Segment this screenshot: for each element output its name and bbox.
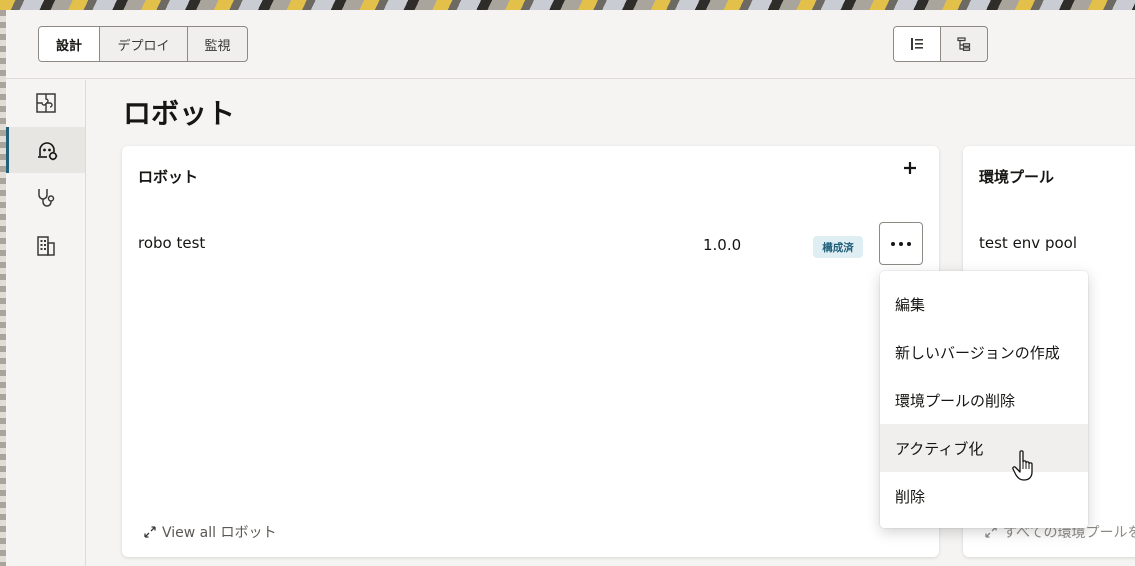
status-badge: 構成済 — [813, 236, 863, 258]
menu-item-activate[interactable]: アクティブ化 — [880, 424, 1088, 472]
side-navigation — [6, 80, 86, 566]
page-title: ロボット — [123, 97, 236, 130]
expand-icon — [144, 526, 156, 538]
sidebar-item-components[interactable] — [6, 80, 85, 126]
robot-card: ロボット robo test 1.0.0 構成済 View all ロボット — [122, 146, 939, 557]
env-card-title: 環境プール — [979, 168, 1055, 186]
tree-view-button[interactable] — [941, 27, 988, 61]
add-robot-button[interactable] — [900, 158, 920, 178]
ellipsis-dot — [899, 241, 903, 246]
view-all-label: View all ロボット — [162, 525, 277, 541]
sidebar-item-health[interactable] — [6, 175, 85, 221]
menu-item-edit[interactable]: 編集 — [880, 280, 1088, 328]
top-toolbar: 設計 デプロイ 監視 — [6, 10, 1135, 79]
building-icon — [36, 236, 55, 256]
plus-icon — [904, 162, 916, 174]
puzzle-icon — [35, 93, 56, 113]
robot-icon — [38, 142, 58, 161]
menu-item-delete[interactable]: 削除 — [880, 472, 1088, 520]
robot-card-title: ロボット — [138, 168, 199, 186]
tree-view-icon — [957, 37, 970, 51]
tab-monitor[interactable]: 監視 — [188, 27, 247, 61]
view-toggle — [893, 26, 988, 62]
decorative-banner — [0, 0, 1135, 10]
robot-name[interactable]: robo test — [138, 234, 205, 252]
context-menu: 編集 新しいバージョンの作成 環境プールの削除 アクティブ化 削除 — [880, 271, 1088, 528]
sidebar-item-robots[interactable] — [6, 127, 85, 173]
tab-deploy[interactable]: デプロイ — [100, 27, 188, 61]
tab-design[interactable]: 設計 — [39, 27, 100, 61]
env-pool-name[interactable]: test env pool — [979, 234, 1077, 252]
stethoscope-icon — [37, 189, 54, 207]
view-all-robots-link[interactable]: View all ロボット — [144, 522, 276, 542]
mode-tabs: 設計 デプロイ 監視 — [38, 26, 248, 62]
ellipsis-dot — [891, 241, 895, 246]
app-window: 設計 デプロイ 監視 ロボット ロボット robo test 1.0.0 構成済… — [6, 10, 1135, 566]
robot-version: 1.0.0 — [703, 236, 742, 254]
list-view-icon — [910, 38, 923, 50]
menu-item-delete-env-pool[interactable]: 環境プールの削除 — [880, 376, 1088, 424]
menu-item-new-version[interactable]: 新しいバージョンの作成 — [880, 328, 1088, 376]
sidebar-item-organization[interactable] — [6, 223, 85, 269]
list-view-button[interactable] — [894, 27, 941, 61]
hand-cursor-icon — [1012, 450, 1033, 481]
more-actions-button[interactable] — [879, 222, 923, 265]
ellipsis-dot — [907, 241, 911, 246]
